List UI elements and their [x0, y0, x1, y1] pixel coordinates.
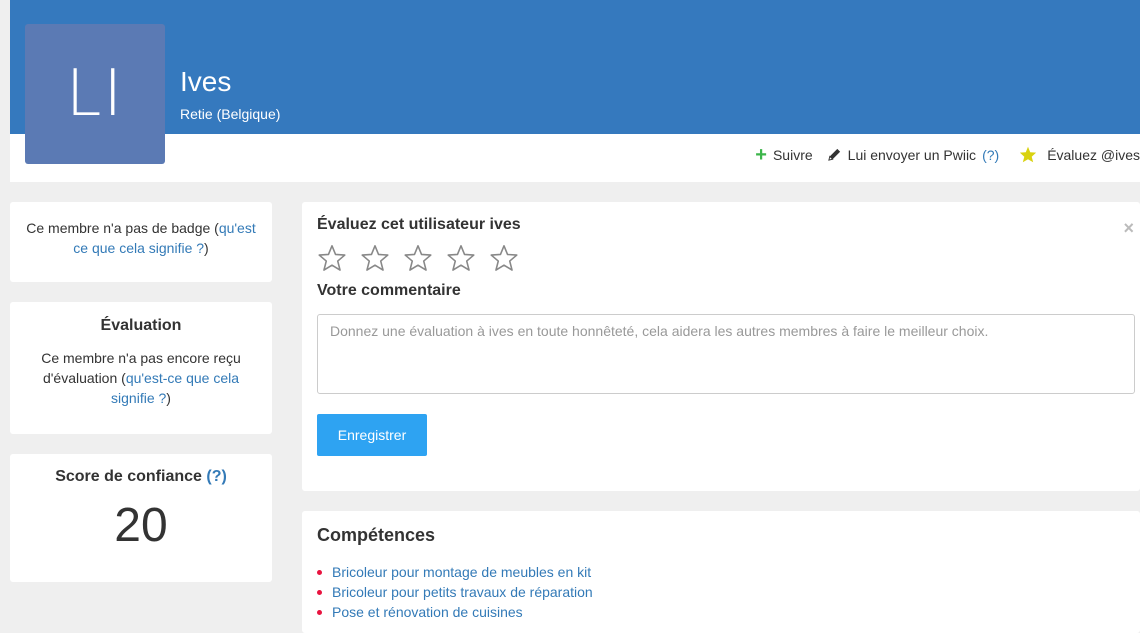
skill-link[interactable]: Bricoleur pour montage de meubles en kit — [332, 562, 591, 582]
star-outline-icon[interactable] — [317, 244, 347, 272]
comment-textarea[interactable] — [317, 314, 1135, 394]
skills-list: Bricoleur pour montage de meubles en kit… — [317, 562, 1125, 622]
skill-item: Pose et rénovation de cuisines — [317, 602, 1125, 622]
send-pwiic-button[interactable]: Lui envoyer un Pwiic (?) — [827, 146, 999, 163]
rate-user-label: Évaluez @ives — [1047, 146, 1140, 163]
star-outline-icon[interactable] — [446, 244, 476, 272]
close-icon[interactable]: × — [1123, 218, 1134, 239]
profile-actions: + Suivre Lui envoyer un Pwiic (?) Évalue… — [755, 143, 1140, 166]
follow-button[interactable]: + Suivre — [755, 143, 813, 166]
star-icon — [1019, 146, 1037, 163]
pwiic-help-link[interactable]: (?) — [982, 147, 999, 163]
evaluation-body: Ce membre n'a pas encore reçu d'évaluati… — [28, 348, 254, 408]
skill-item: Bricoleur pour montage de meubles en kit — [317, 562, 1125, 582]
avatar[interactable]: LI — [25, 24, 165, 164]
bullet-icon — [317, 589, 322, 595]
trust-score-panel: Score de confiance (?) 20 — [10, 454, 272, 582]
skills-title: Compétences — [317, 525, 436, 545]
badge-close-paren: ) — [204, 240, 209, 256]
user-location: Retie (Belgique) — [180, 106, 281, 122]
evaluation-title: Évaluation — [100, 317, 182, 334]
comment-label: Votre commentaire — [317, 282, 461, 299]
evaluation-panel: Évaluation Ce membre n'a pas encore reçu… — [10, 302, 272, 434]
evaluation-close-paren: ) — [166, 390, 171, 406]
badge-text: Ce membre n'a pas de badge ( — [26, 220, 219, 236]
trust-score-value: 20 — [114, 499, 168, 552]
pencil-icon — [827, 147, 842, 162]
rate-user-button[interactable]: Évaluez @ives — [1019, 146, 1140, 163]
trust-score-label: Score de confiance — [55, 468, 202, 485]
bullet-icon — [317, 609, 322, 615]
evaluation-help-link[interactable]: qu'est-ce que cela signifie ? — [111, 370, 239, 406]
skill-item: Bricoleur pour petits travaux de réparat… — [317, 582, 1125, 602]
plus-icon: + — [755, 143, 767, 166]
follow-label: Suivre — [772, 146, 813, 163]
star-outline-icon[interactable] — [489, 244, 519, 272]
skill-link[interactable]: Bricoleur pour petits travaux de réparat… — [332, 582, 593, 602]
save-button[interactable]: Enregistrer — [317, 414, 427, 456]
star-rating — [317, 244, 1125, 272]
skills-panel: Compétences Bricoleur pour montage de me… — [302, 511, 1140, 633]
send-pwiic-label: Lui envoyer un Pwiic — [847, 146, 977, 163]
badge-panel: Ce membre n'a pas de badge (qu'est ce qu… — [10, 202, 272, 282]
user-name: Ives — [180, 66, 232, 97]
trust-score-help-link[interactable]: (?) — [206, 468, 226, 485]
trust-score-title: Score de confiance (?) — [20, 468, 262, 486]
rate-user-panel: Évaluez cet utilisateur ives × Votre com… — [302, 202, 1140, 491]
bullet-icon — [317, 569, 322, 575]
profile-card: LI Ives Retie (Belgique) + Suivre Lui en… — [10, 0, 1140, 182]
star-outline-icon[interactable] — [360, 244, 390, 272]
skill-link[interactable]: Pose et rénovation de cuisines — [332, 602, 523, 622]
star-outline-icon[interactable] — [403, 244, 433, 272]
rate-form-title: Évaluez cet utilisateur ives — [317, 216, 521, 233]
